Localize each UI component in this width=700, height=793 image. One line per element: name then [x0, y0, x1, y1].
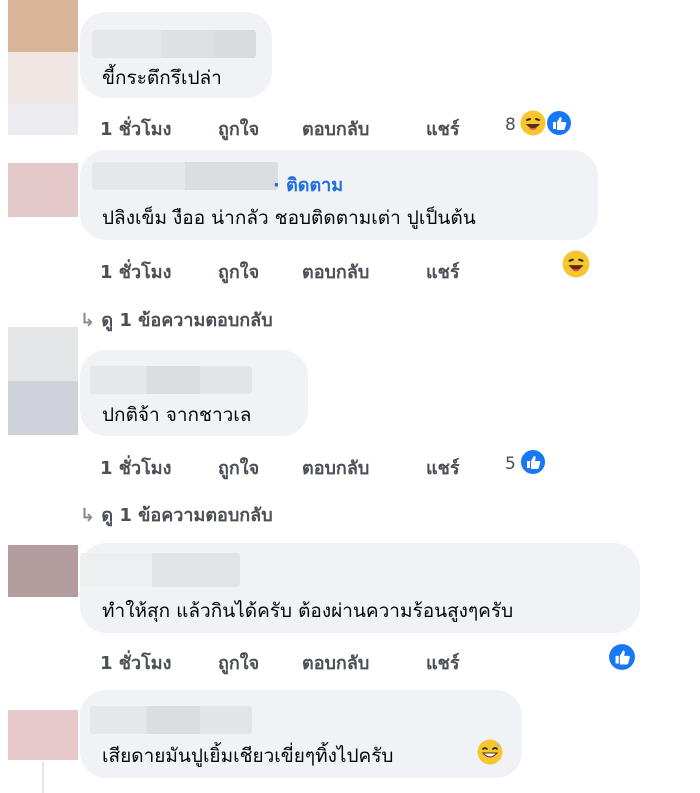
comment-actions: 1 ชั่วโมง ถูกใจ ตอบกลับ แชร์	[100, 257, 580, 285]
share-button[interactable]: แชร์	[426, 453, 460, 482]
comment-bubble: ขี้กระตึกรึเปล่า	[80, 12, 272, 98]
comment-time[interactable]: 1 ชั่วโมง	[100, 114, 171, 143]
avatar[interactable]	[8, 327, 78, 435]
thread-line	[42, 762, 44, 793]
comment-text: ทำให้สุก แล้วกินได้ครับ ต้องผ่านความร้อน…	[102, 600, 514, 622]
reply-button[interactable]: ตอบกลับ	[302, 114, 369, 143]
comment-bubble: เสียดายมันปูเยิ้มเชียวเขี่ยๆทิ้งไปครับ	[80, 690, 522, 778]
comment-time[interactable]: 1 ชั่วโมง	[100, 453, 171, 482]
commenter-name-blurred[interactable]	[90, 366, 252, 394]
reply-indicator: ↳	[80, 310, 102, 331]
view-replies-link[interactable]: ↳ ดู 1 ข้อความตอบกลับ	[80, 305, 273, 334]
reaction-count[interactable]: 8	[505, 115, 516, 135]
share-button[interactable]: แชร์	[426, 257, 460, 286]
haha-icon[interactable]	[520, 110, 546, 136]
haha-icon[interactable]	[562, 250, 590, 278]
like-icon[interactable]	[608, 643, 636, 671]
comment-time[interactable]: 1 ชั่วโมง	[100, 257, 171, 286]
reaction-count[interactable]: 5	[505, 454, 516, 474]
view-replies-link[interactable]: ↳ ดู 1 ข้อความตอบกลับ	[80, 500, 273, 529]
comment-time[interactable]: 1 ชั่วโมง	[100, 648, 171, 677]
view-replies-label: ดู 1 ข้อความตอบกลับ	[101, 505, 273, 526]
like-button[interactable]: ถูกใจ	[218, 257, 259, 286]
reply-button[interactable]: ตอบกลับ	[302, 453, 369, 482]
like-button[interactable]: ถูกใจ	[218, 114, 259, 143]
avatar[interactable]	[8, 545, 78, 597]
comment-text: เสียดายมันปูเยิ้มเชียวเขี่ยๆทิ้งไปครับ	[102, 745, 394, 767]
reply-button[interactable]: ตอบกลับ	[302, 257, 369, 286]
comment-text: ปลิงเข็ม งืออ น่ากลัว ชอบติดตามเต่า ปูเป…	[102, 207, 476, 229]
like-icon[interactable]	[520, 449, 546, 475]
reply-button[interactable]: ตอบกลับ	[302, 648, 369, 677]
follow-link[interactable]: · ติดตาม	[273, 170, 343, 199]
share-button[interactable]: แชร์	[426, 648, 460, 677]
view-replies-label: ดู 1 ข้อความตอบกลับ	[101, 310, 273, 331]
commenter-name-blurred[interactable]	[92, 162, 278, 190]
comment-bubble: ปกติจ้า จากชาวเล	[80, 350, 308, 436]
comment-bubble: · ติดตาม ปลิงเข็ม งืออ น่ากลัว ชอบติดตาม…	[80, 150, 598, 240]
comment-actions: 1 ชั่วโมง ถูกใจ ตอบกลับ แชร์	[100, 648, 580, 676]
avatar[interactable]	[8, 163, 78, 217]
commenter-name-blurred[interactable]	[80, 553, 240, 587]
like-button[interactable]: ถูกใจ	[218, 453, 259, 482]
avatar[interactable]	[8, 710, 78, 760]
share-button[interactable]: แชร์	[426, 114, 460, 143]
avatar[interactable]	[8, 0, 78, 135]
commenter-name-blurred[interactable]	[92, 30, 256, 58]
comment-bubble: ทำให้สุก แล้วกินได้ครับ ต้องผ่านความร้อน…	[80, 543, 640, 633]
like-button[interactable]: ถูกใจ	[218, 648, 259, 677]
commenter-name-blurred[interactable]	[90, 706, 252, 734]
comment-text: ขี้กระตึกรึเปล่า	[102, 67, 222, 89]
like-icon[interactable]	[546, 110, 572, 136]
sweat-smile-icon	[477, 739, 503, 765]
reply-indicator: ↳	[80, 505, 102, 526]
comment-text: ปกติจ้า จากชาวเล	[102, 404, 252, 426]
